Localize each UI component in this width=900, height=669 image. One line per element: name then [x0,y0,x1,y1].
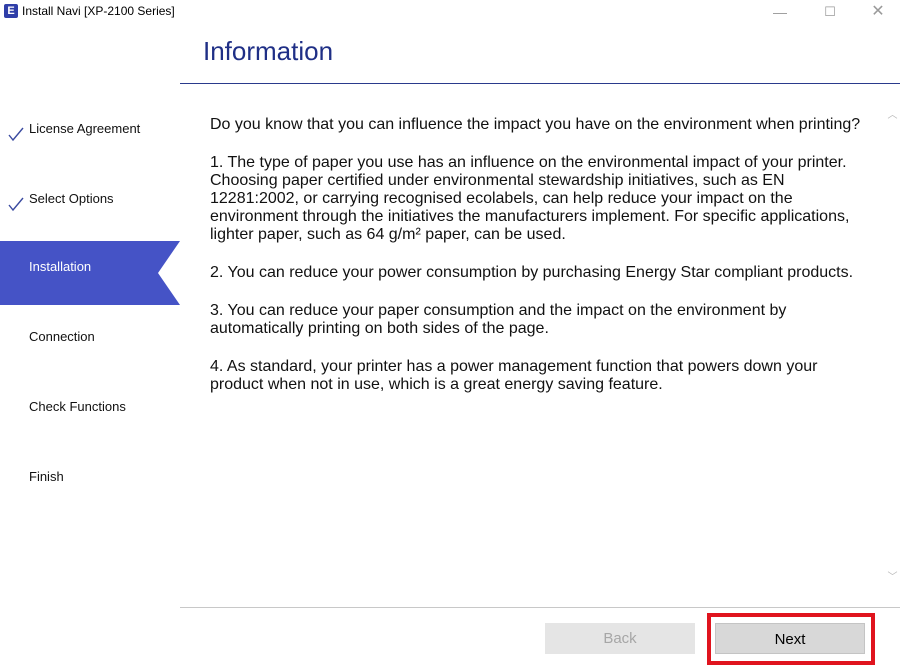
step-label: Connection [29,329,95,344]
step-label: Finish [29,469,64,484]
paragraph-paper: 1. The type of paper you use has an infl… [210,154,850,243]
paragraph-power: 2. You can reduce your power consumption… [210,264,854,281]
minimize-button[interactable]: — [766,2,794,22]
intro-paragraph: Do you know that you can influence the i… [210,116,861,133]
step-label: License Agreement [29,121,141,136]
step-license-agreement: License Agreement [0,96,180,160]
footer-divider [180,607,900,608]
step-select-options: Select Options [0,166,180,230]
back-button[interactable]: Back [545,623,695,654]
check-icon [8,197,24,212]
active-step-indicator [158,241,180,305]
header-divider [180,83,900,84]
page-title: Information [203,36,334,66]
step-label: Check Functions [29,399,126,414]
next-button-highlight [707,613,875,665]
step-label: Select Options [29,191,114,206]
information-text: Do you know that you can influence the i… [210,116,872,414]
step-connection: Connection [0,311,180,375]
maximize-button[interactable]: ☐ [816,2,844,22]
close-button[interactable]: ✕ [864,2,892,22]
scroll-up-icon[interactable]: ︿ [885,108,900,124]
window-title: Install Navi [XP-2100 Series] [22,4,175,18]
steps-sidebar: License Agreement Select Options Install… [0,84,180,604]
app-icon: E [4,4,18,18]
step-label: Installation [29,259,92,274]
vertical-scrollbar[interactable]: ︿ ﹀ [885,100,900,595]
title-bar: E Install Navi [XP-2100 Series] — ☐ ✕ [0,0,900,25]
paragraph-duplex: 3. You can reduce your paper consumption… [210,302,787,337]
check-icon [8,127,24,142]
step-installation: Installation [0,241,180,305]
step-finish: Finish [0,451,180,515]
step-check-functions: Check Functions [0,381,180,445]
paragraph-power-management: 4. As standard, your printer has a power… [210,358,818,393]
scroll-down-icon[interactable]: ﹀ [885,570,900,586]
